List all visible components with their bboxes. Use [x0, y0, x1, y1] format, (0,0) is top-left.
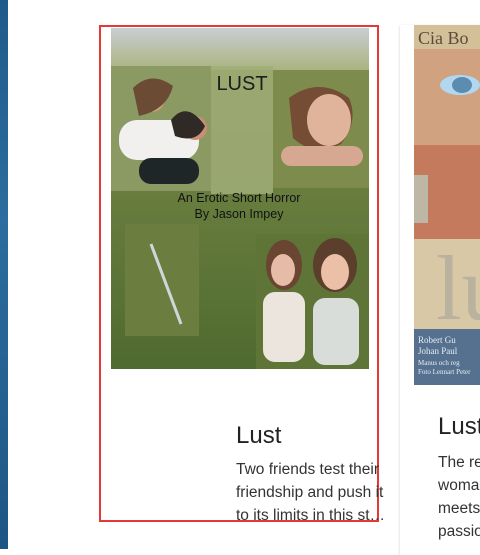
- cover-credit-1: Robert Gu: [418, 335, 456, 345]
- book-description: The re woma meets passio: [438, 454, 480, 540]
- book-cover-lust-1[interactable]: LUST An Erotic Short Horror By Jason Imp…: [111, 28, 369, 369]
- cover-big-text: lu: [436, 237, 480, 339]
- book-cover-lust-2[interactable]: Cia Bo lu Robert Gu Johan Paul Manus och…: [414, 25, 480, 385]
- cover-credit-4: Foto Lennart Peter: [418, 368, 471, 376]
- book-card-lust-1[interactable]: LUST An Erotic Short Horror By Jason Imp…: [99, 25, 444, 524]
- cover-title: LUST: [216, 73, 267, 95]
- book-title: Lust: [438, 413, 480, 440]
- cover-credit-3: Manus och reg: [418, 359, 460, 367]
- book-description: Two friends test their friendship and pu…: [236, 461, 385, 524]
- cover-image-1: LUST An Erotic Short Horror By Jason Imp…: [111, 28, 369, 369]
- background-strip: [0, 0, 8, 549]
- book-title: Lust: [236, 422, 282, 449]
- cover-top-text: Cia Bo: [418, 28, 469, 48]
- cover-credit-2: Johan Paul: [418, 346, 458, 356]
- cover-image-2: Cia Bo lu Robert Gu Johan Paul Manus och…: [414, 25, 480, 385]
- cover-subtitle: An Erotic Short Horror: [178, 191, 301, 205]
- cover-author: By Jason Impey: [195, 207, 285, 221]
